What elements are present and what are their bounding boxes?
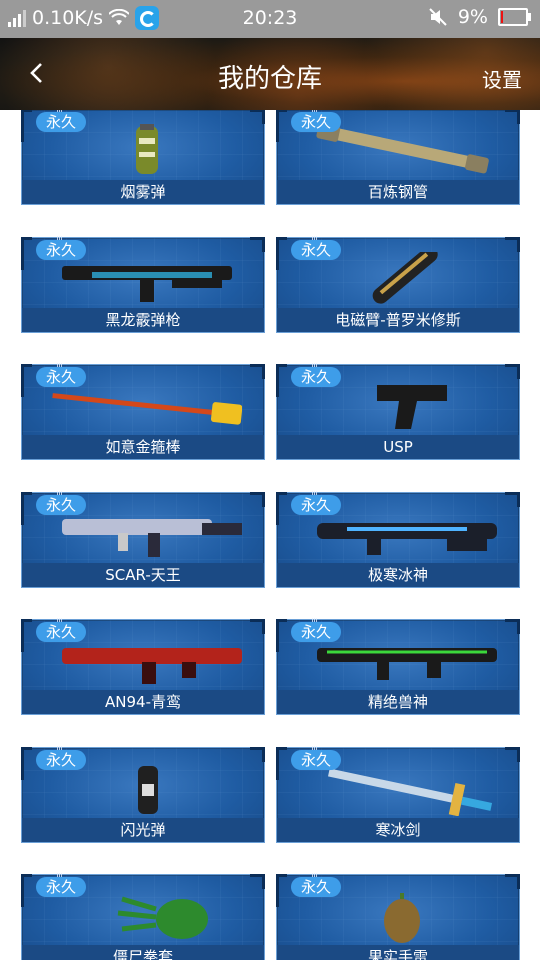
permanent-badge: 永久 — [36, 494, 86, 515]
card-corner — [250, 364, 265, 379]
item-name: 僵尸拳套 — [22, 945, 264, 960]
battery-level — [501, 11, 503, 23]
card-corner — [276, 746, 287, 780]
electromagnetic-arm-icon — [307, 245, 497, 306]
inventory-item-card[interactable]: ||| 永久 闪光弹 — [21, 746, 265, 843]
card-corner — [21, 364, 32, 397]
item-name: 烟雾弹 — [22, 180, 264, 204]
inventory-item-card[interactable]: ||| 永久 僵尸拳套 — [21, 873, 265, 960]
permanent-badge: 永久 — [291, 239, 341, 260]
inventory-item-card[interactable]: ||| 永久 SCAR-天王 — [21, 491, 265, 588]
card-corner — [250, 746, 265, 762]
shotgun-icon — [52, 252, 242, 306]
card-corner — [21, 236, 32, 270]
card-corner — [276, 619, 287, 652]
card-corner — [250, 110, 265, 124]
mute-icon — [429, 8, 447, 26]
permanent-badge: 永久 — [291, 749, 341, 770]
card-corner — [250, 874, 265, 889]
rifle-icon — [52, 507, 242, 561]
item-name: 电磁臂-普罗米修斯 — [277, 307, 519, 332]
settings-button[interactable]: 设置 — [482, 64, 522, 93]
permanent-badge: 永久 — [36, 112, 86, 132]
inventory-item-card[interactable]: ||| 永久 极寒冰神 — [276, 491, 520, 588]
item-name: SCAR-天王 — [22, 562, 264, 587]
item-name: 精绝兽神 — [277, 690, 519, 714]
item-name: USP — [277, 435, 519, 459]
card-corner — [250, 236, 265, 252]
card-corner — [505, 874, 520, 889]
card-corner — [21, 874, 32, 907]
item-name: 百炼钢管 — [277, 180, 519, 204]
inventory-item-card[interactable]: ||| 永久 精绝兽神 — [276, 618, 520, 715]
inventory-item-card[interactable]: ||| 永久 烟雾弹 — [21, 110, 265, 205]
inventory-item-card[interactable]: ||| 永久 AN94-青鸾 — [21, 618, 265, 715]
card-corner — [505, 364, 520, 379]
title-bar: 我的仓库 设置 — [0, 38, 540, 110]
permanent-badge: 永久 — [291, 494, 341, 515]
battery-icon — [498, 8, 531, 26]
card-corner — [276, 364, 287, 397]
status-bar: 0.10K/s 20:23 9% — [0, 0, 540, 38]
item-name: 果实手雷 — [277, 945, 519, 960]
card-corner — [250, 491, 265, 507]
item-name: 极寒冰神 — [277, 562, 519, 587]
steel-pipe-icon — [307, 122, 497, 178]
page-title: 我的仓库 — [217, 64, 322, 94]
card-corner — [21, 491, 32, 525]
item-name: 寒冰剑 — [277, 817, 519, 842]
permanent-badge: 永久 — [291, 622, 341, 642]
permanent-badge: 永久 — [36, 877, 86, 897]
permanent-badge: 永久 — [291, 367, 341, 387]
golden-staff-icon — [52, 379, 243, 433]
card-corner — [21, 110, 32, 142]
battery-percent: 9% — [457, 6, 488, 28]
flash-grenade-icon — [52, 762, 242, 816]
inventory-item-card[interactable]: ||| 永久 百炼钢管 — [276, 110, 520, 205]
permanent-badge: 永久 — [36, 749, 86, 770]
smoke-grenade-icon — [52, 124, 242, 178]
card-corner — [276, 491, 287, 525]
red-rifle-icon — [52, 634, 242, 688]
inventory-item-card[interactable]: ||| 永久 果实手雷 — [276, 873, 520, 960]
permanent-badge: 永久 — [291, 112, 341, 132]
card-corner — [21, 619, 32, 652]
inventory-item-card[interactable]: ||| 永久 寒冰剑 — [276, 746, 520, 843]
card-corner — [276, 874, 287, 907]
item-name: AN94-青鸾 — [22, 690, 264, 714]
item-name: 黑龙霰弹枪 — [22, 307, 264, 332]
status-right: 9% — [428, 6, 531, 28]
item-name: 如意金箍棒 — [22, 435, 264, 459]
permanent-badge: 永久 — [36, 367, 86, 387]
permanent-badge: 永久 — [36, 622, 86, 642]
card-corner — [276, 110, 287, 142]
card-corner — [505, 746, 520, 762]
pistol-icon — [307, 379, 497, 433]
card-corner — [250, 619, 265, 634]
card-corner — [276, 236, 287, 270]
card-corner — [21, 746, 32, 780]
ice-rifle-icon — [307, 507, 497, 561]
card-corner — [505, 110, 520, 124]
ice-sword-icon — [307, 762, 497, 816]
inventory-item-card[interactable]: ||| 永久 USP — [276, 363, 520, 460]
inventory-item-card[interactable]: ||| 永久 黑龙霰弹枪 — [21, 236, 265, 333]
permanent-badge: 永久 — [291, 877, 341, 897]
permanent-badge: 永久 — [36, 239, 86, 260]
green-rifle-icon — [307, 634, 497, 688]
card-corner — [505, 491, 520, 507]
zombie-claw-icon — [52, 889, 242, 943]
item-name: 闪光弹 — [22, 817, 264, 842]
fruit-grenade-icon — [307, 889, 497, 943]
card-corner — [505, 619, 520, 634]
inventory-item-card[interactable]: ||| 永久 如意金箍棒 — [21, 363, 265, 460]
card-corner — [505, 236, 520, 252]
inventory-item-card[interactable]: ||| 永久 电磁臂-普罗米修斯 — [276, 236, 520, 333]
inventory-grid: ||| 永久 烟雾弹 ||| 永久 百炼钢管 ||| 永久 黑龙霰弹枪 — [0, 110, 540, 960]
